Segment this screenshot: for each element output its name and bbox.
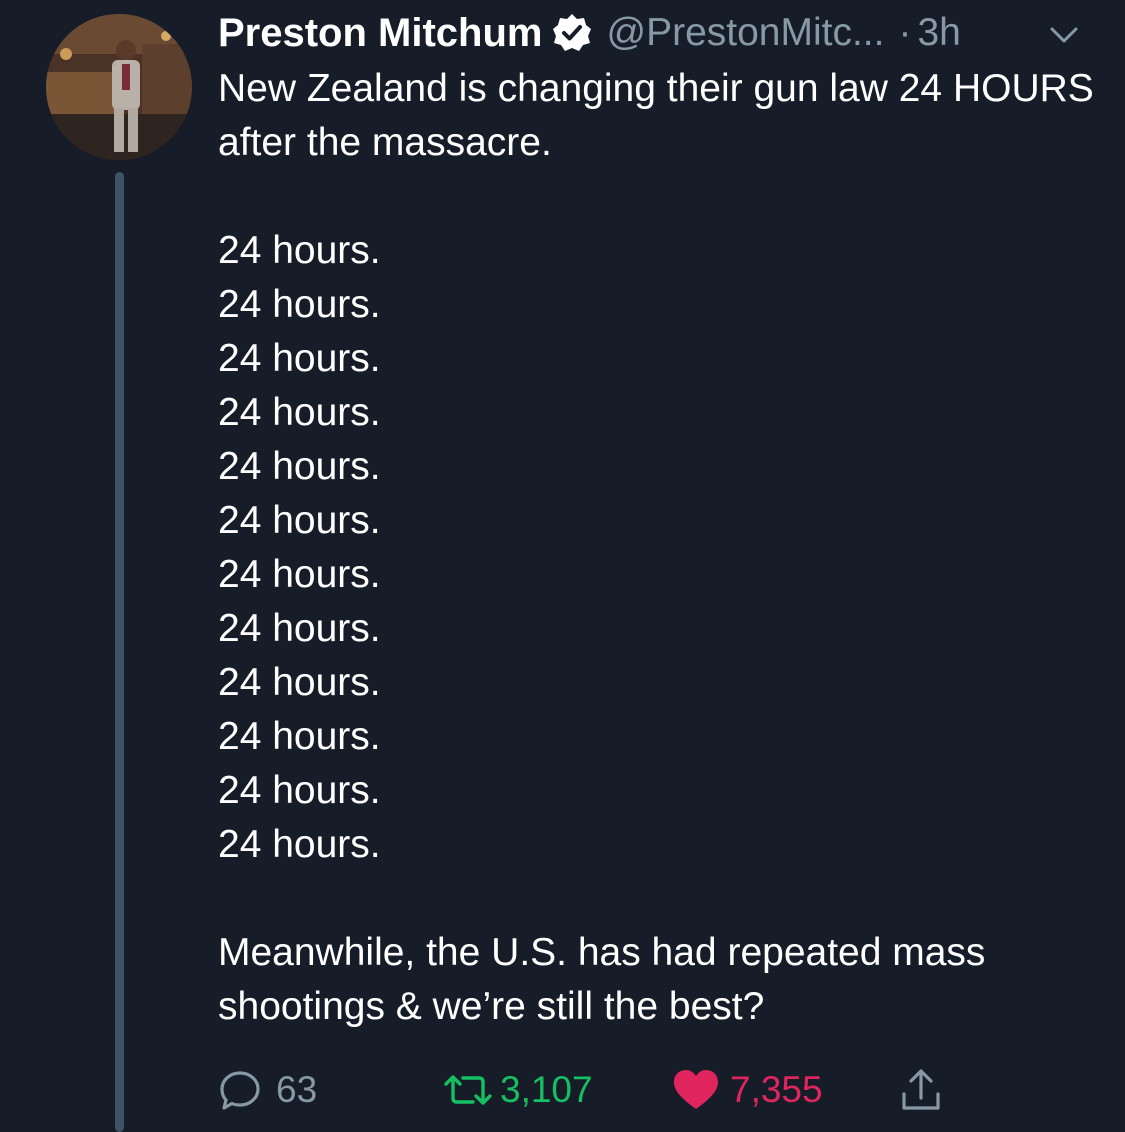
tweet-header: Preston Mitchum @PrestonMitc... · 3h bbox=[218, 8, 961, 58]
tweet-text-intro: New Zealand is changing their gun law 24… bbox=[218, 67, 1094, 164]
retweet-count: 3,107 bbox=[500, 1069, 593, 1110]
tweet[interactable]: Preston Mitchum @PrestonMitc... · 3h New… bbox=[0, 0, 1125, 1132]
separator-dot: · bbox=[898, 11, 912, 54]
share-button[interactable] bbox=[898, 1062, 944, 1118]
tweet-text-line: 24 hours. bbox=[218, 715, 381, 758]
author-handle[interactable]: @PrestonMitc... bbox=[606, 11, 884, 55]
like-button[interactable]: 7,355 bbox=[672, 1062, 823, 1118]
heart-icon bbox=[674, 1070, 718, 1109]
like-count: 7,355 bbox=[730, 1069, 823, 1110]
reply-count: 63 bbox=[276, 1069, 318, 1110]
share-upload-icon bbox=[902, 1069, 940, 1110]
tweet-text-line: 24 hours. bbox=[218, 769, 381, 812]
tweet-body: New Zealand is changing their gun law 24… bbox=[218, 62, 1098, 1034]
tweet-text-outro: Meanwhile, the U.S. has had repeated mas… bbox=[218, 931, 986, 1028]
avatar-photo bbox=[46, 14, 192, 160]
tweet-timestamp[interactable]: 3h bbox=[917, 11, 960, 55]
tweet-text-line: 24 hours. bbox=[218, 283, 381, 326]
retweet-arrows-icon bbox=[444, 1075, 492, 1105]
author-name[interactable]: Preston Mitchum bbox=[218, 11, 542, 56]
tweet-text-line: 24 hours. bbox=[218, 499, 381, 542]
thread-line bbox=[115, 172, 124, 1132]
tweet-text-line: 24 hours. bbox=[218, 337, 381, 380]
tweet-text-line: 24 hours. bbox=[218, 553, 381, 596]
retweet-button[interactable]: 3,107 bbox=[442, 1062, 593, 1118]
avatar[interactable] bbox=[46, 14, 192, 160]
tweet-text-line: 24 hours. bbox=[218, 229, 381, 272]
speech-bubble-icon bbox=[220, 1071, 260, 1110]
tweet-text-line: 24 hours. bbox=[218, 391, 381, 434]
tweet-text-line: 24 hours. bbox=[218, 661, 381, 704]
verified-badge-icon bbox=[553, 14, 592, 51]
tweet-text-line: 24 hours. bbox=[218, 445, 381, 488]
tweet-text-line: 24 hours. bbox=[218, 823, 381, 866]
chevron-down-icon[interactable] bbox=[1044, 20, 1084, 50]
tweet-actions: 63 3,107 7,355 bbox=[218, 1062, 1118, 1118]
tweet-text-line: 24 hours. bbox=[218, 607, 381, 650]
reply-button[interactable]: 63 bbox=[218, 1062, 317, 1118]
